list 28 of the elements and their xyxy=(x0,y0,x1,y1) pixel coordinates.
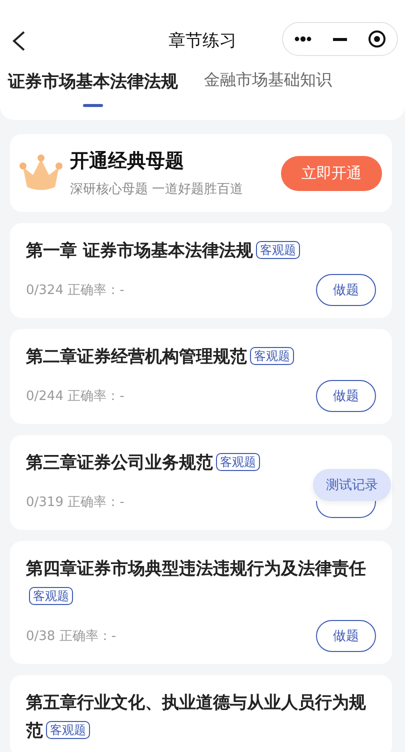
chapter-title: 第四章证券市场典型违法违规行为及法律责任 客观题 xyxy=(26,558,367,607)
tag: 客观题 xyxy=(250,347,294,365)
minimize-icon[interactable] xyxy=(332,38,347,40)
practice-button[interactable]: 做题 xyxy=(316,380,376,412)
more-icon[interactable] xyxy=(294,36,312,42)
practice-button[interactable] xyxy=(316,501,376,518)
progress-text: 0/319 正确率：- xyxy=(26,494,124,511)
tab[interactable]: 金融市场基础知识 xyxy=(204,70,332,110)
progress-text: 0/244 正确率：- xyxy=(26,388,124,405)
practice-button[interactable]: 做题 xyxy=(316,620,376,652)
progress-text: 0/38 正确率：- xyxy=(26,628,116,645)
tag: 客观题 xyxy=(216,453,260,471)
chapter-title: 第五章行业文化、执业道德与从业人员行为规范 客观题 xyxy=(26,692,367,743)
close-icon[interactable] xyxy=(368,30,386,48)
chapter-title: 第一章 证券市场基本法律法规 客观题 xyxy=(26,237,376,265)
tag: 客观题 xyxy=(256,241,300,259)
progress-text: 0/324 正确率：- xyxy=(26,282,124,299)
tag: 客观题 xyxy=(46,721,90,739)
practice-button[interactable]: 做题 xyxy=(316,274,376,306)
tag: 客观题 xyxy=(29,587,73,605)
capsule-menu[interactable] xyxy=(282,22,398,56)
promo-title: 开通经典母题 xyxy=(70,149,185,174)
page-title: 章节练习 xyxy=(168,30,236,52)
test-record-button[interactable]: 测试记录 xyxy=(313,469,391,501)
promo-subtitle: 深研核心母题 一道好题胜百道 xyxy=(70,181,244,198)
tab[interactable]: 证券市场基本法律法规 xyxy=(8,70,178,110)
chapter-title: 第二章证券经营机构管理规范 客观题 xyxy=(26,343,376,371)
crown-icon xyxy=(18,153,64,193)
